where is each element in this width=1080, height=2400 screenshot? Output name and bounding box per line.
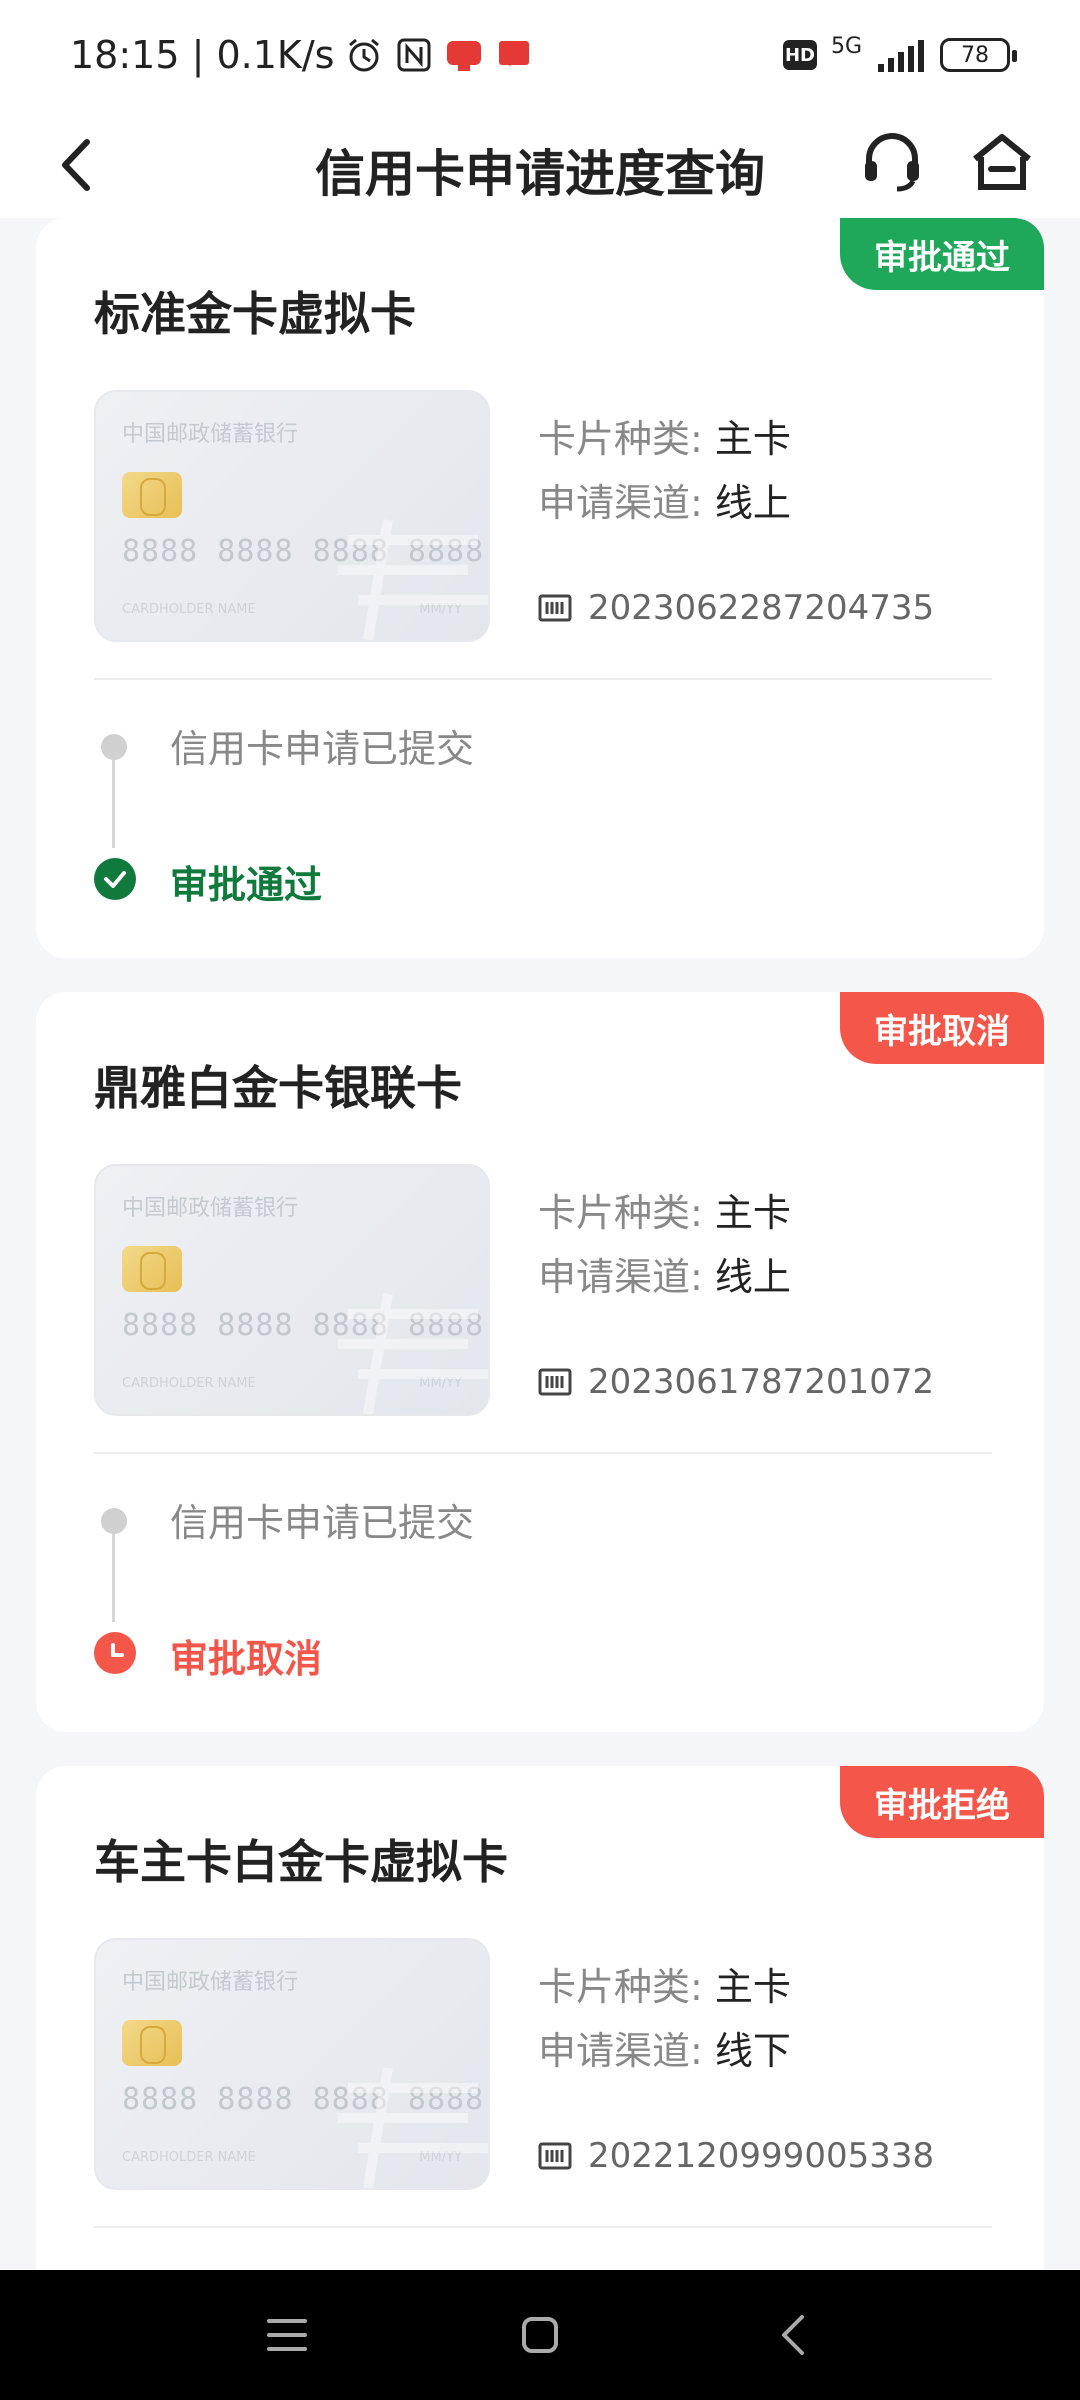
channel-value: 线下 [714, 2029, 791, 2073]
cardholder-placeholder: CARDHOLDER NAME [122, 1376, 256, 1391]
barcode-icon [538, 1368, 572, 1396]
card-bank-name: 中国邮政储蓄银行 [122, 1196, 299, 1221]
alarm-icon [344, 35, 384, 75]
card-type-row: 卡片种类: 主卡 [538, 1182, 791, 1237]
chip-icon [122, 1246, 182, 1292]
barcode-icon [538, 594, 572, 622]
cardholder-placeholder: CARDHOLDER NAME [122, 602, 256, 617]
status-bar: 18:15 | 0.1K/s HD 5G 78 [0, 0, 1080, 110]
postal-logo-watermark [338, 2067, 488, 2188]
channel-value: 线上 [714, 481, 791, 525]
channel-row: 申请渠道: 线上 [538, 1246, 791, 1301]
card-type-value: 主卡 [714, 1191, 791, 1235]
card-type-value: 主卡 [714, 1965, 791, 2009]
card-type-label: 卡片种类: [538, 417, 703, 461]
application-number: 2023062287204735 [588, 588, 935, 628]
card-name: 鼎雅白金卡银联卡 [94, 1061, 462, 1115]
hd-badge: HD [782, 40, 817, 70]
recent-apps-button[interactable] [242, 2290, 332, 2380]
channel-label: 申请渠道: [538, 481, 703, 525]
customer-service-button[interactable] [852, 122, 932, 202]
timeline-dot [101, 734, 127, 760]
timeline-step-final: 审批取消 [170, 1637, 323, 1681]
home-icon [973, 134, 1031, 190]
timeline-step-submitted: 信用卡申请已提交 [170, 1501, 475, 1545]
card-name: 车主卡白金卡虚拟卡 [94, 1835, 508, 1889]
menu-icon [266, 2319, 307, 2351]
back-button[interactable] [42, 130, 112, 200]
application-number: 2022120999005338 [588, 2136, 935, 2176]
chip-icon [122, 472, 182, 518]
timeline-dot [101, 1508, 127, 1534]
card-bank-name: 中国邮政储蓄银行 [122, 422, 299, 447]
check-icon [94, 858, 136, 900]
postal-logo-watermark [338, 519, 488, 640]
barcode-icon [538, 2142, 572, 2170]
card-type-row: 卡片种类: 主卡 [538, 408, 791, 463]
signal-icon [876, 38, 926, 72]
application-number-row: 2022120999005338 [538, 2136, 934, 2176]
status-time: 18:15 | 0.1K/s [70, 33, 335, 77]
channel-value: 线上 [714, 1255, 791, 1299]
application-number-row: 2023061787201072 [538, 1362, 934, 1402]
card-type-value: 主卡 [714, 417, 791, 461]
timeline-connector [112, 1522, 115, 1622]
card-bank-name: 中国邮政储蓄银行 [122, 1970, 299, 1995]
status-badge: 审批拒绝 [840, 1766, 1044, 1838]
card-type-label: 卡片种类: [538, 1191, 703, 1235]
app-header: 信用卡申请进度查询 [0, 110, 1080, 218]
home-nav-button[interactable] [495, 2290, 585, 2380]
timeline-step-submitted: 信用卡申请已提交 [170, 727, 475, 771]
card-type-row: 卡片种类: 主卡 [538, 1956, 791, 2011]
timeline-step-final: 审批通过 [170, 863, 323, 907]
status-badge: 审批通过 [840, 218, 1044, 290]
channel-row: 申请渠道: 线上 [538, 472, 791, 527]
divider [94, 678, 992, 680]
application-list: 审批通过 标准金卡虚拟卡 中国邮政储蓄银行 8888 8888 8888 888… [0, 218, 1080, 2270]
home-square-icon [521, 2317, 558, 2353]
cardholder-placeholder: CARDHOLDER NAME [122, 2150, 256, 2165]
customer-service-icon [865, 133, 919, 192]
back-triangle-icon [782, 2315, 805, 2355]
channel-label: 申请渠道: [538, 2029, 703, 2073]
app-notification-icon [444, 35, 484, 75]
status-badge: 审批取消 [840, 992, 1044, 1064]
application-card[interactable]: 审批拒绝 车主卡白金卡虚拟卡 中国邮政储蓄银行 8888 8888 8888 8… [36, 1766, 1044, 2270]
system-nav-bar [0, 2270, 1080, 2400]
home-button[interactable] [962, 122, 1042, 202]
card-image: 中国邮政储蓄银行 8888 8888 8888 8888 CARDHOLDER … [94, 390, 490, 642]
chip-icon [122, 2020, 182, 2066]
message-notification-icon [494, 35, 534, 75]
network-type: 5G [830, 33, 862, 59]
card-image: 中国邮政储蓄银行 8888 8888 8888 8888 CARDHOLDER … [94, 1938, 490, 2190]
battery-indicator: 78 [940, 38, 1017, 72]
back-nav-button[interactable] [748, 2290, 838, 2380]
channel-row: 申请渠道: 线下 [538, 2020, 791, 2075]
application-card[interactable]: 审批通过 标准金卡虚拟卡 中国邮政储蓄银行 8888 8888 8888 888… [36, 218, 1044, 958]
application-card[interactable]: 审批取消 鼎雅白金卡银联卡 中国邮政储蓄银行 8888 8888 8888 88… [36, 992, 1044, 1732]
nfc-icon [394, 35, 434, 75]
application-number: 2023061787201072 [588, 1362, 935, 1402]
card-name: 标准金卡虚拟卡 [94, 287, 416, 341]
postal-logo-watermark [338, 1293, 488, 1414]
divider [94, 1452, 992, 1454]
timeline-connector [112, 748, 115, 848]
channel-label: 申请渠道: [538, 1255, 703, 1299]
back-icon [62, 139, 90, 191]
card-image: 中国邮政储蓄银行 8888 8888 8888 8888 CARDHOLDER … [94, 1164, 490, 1416]
application-number-row: 2023062287204735 [538, 588, 934, 628]
clock-icon [94, 1632, 136, 1674]
card-type-label: 卡片种类: [538, 1965, 703, 2009]
divider [94, 2226, 992, 2228]
